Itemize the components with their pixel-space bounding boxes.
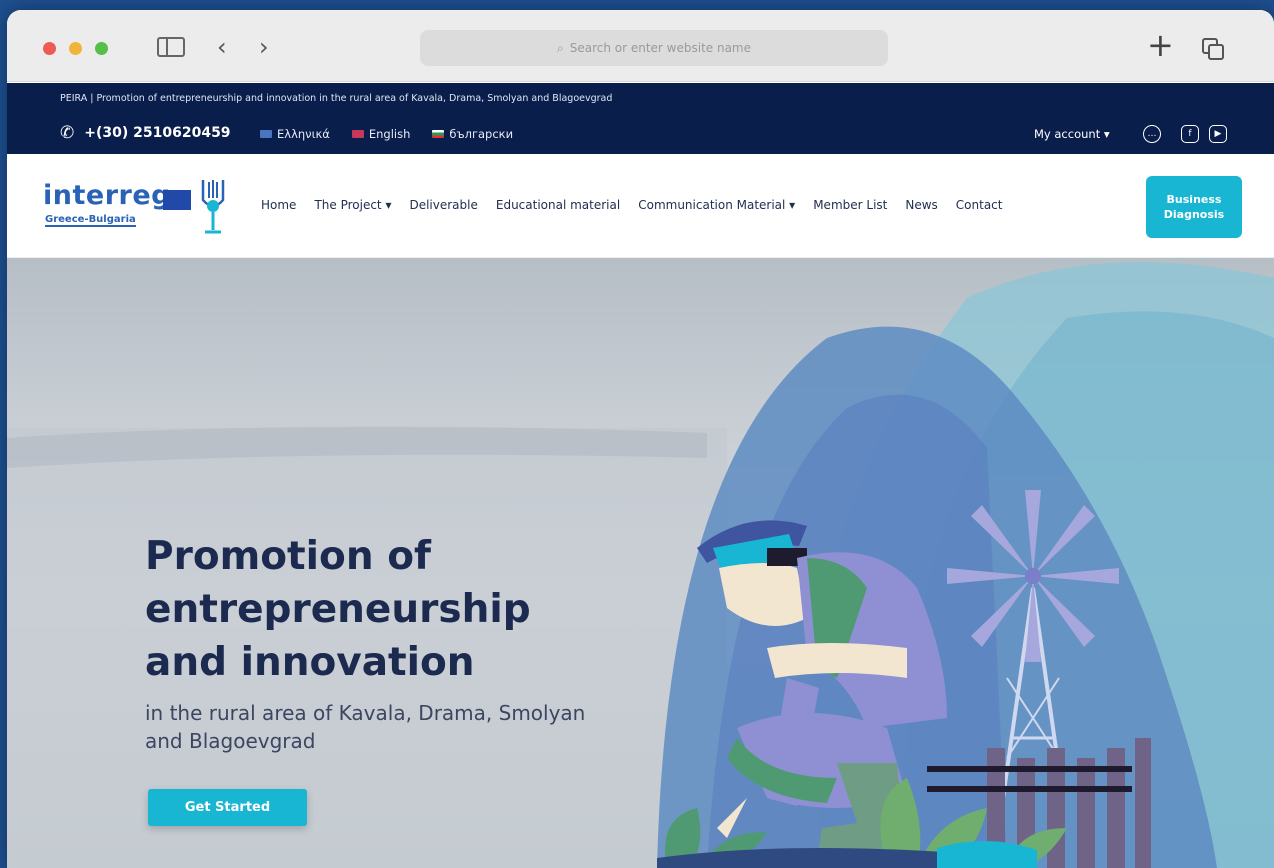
uk-flag-icon — [351, 130, 364, 138]
nav-menu: Home The Project ▾ Deliverable Education… — [252, 198, 1011, 212]
nav-the-project[interactable]: The Project ▾ — [305, 198, 400, 212]
nav-educational-material[interactable]: Educational material — [487, 198, 629, 212]
nav-news[interactable]: News — [896, 198, 946, 212]
chat-icon[interactable]: … — [1143, 125, 1161, 143]
maximize-window-button[interactable] — [95, 42, 108, 55]
close-window-button[interactable] — [43, 42, 56, 55]
address-placeholder: Search or enter website name — [569, 41, 752, 55]
peira-mark-icon — [201, 180, 225, 234]
search-icon: ⌕ — [556, 40, 564, 55]
greek-flag-icon — [260, 130, 272, 138]
browser-toolbar: ‹ › ⌕ Search or enter website name + — [7, 10, 1274, 82]
phone-link[interactable]: ✆ +(30) 2510620459 — [60, 123, 231, 143]
lang-bulgarian-label: български — [449, 127, 514, 141]
minimize-window-button[interactable] — [69, 42, 82, 55]
logo-subtitle: Greece-Bulgaria — [45, 214, 136, 227]
new-tab-plus-icon[interactable]: + — [1147, 29, 1174, 61]
my-account-menu[interactable]: My account ▾ — [1034, 127, 1110, 141]
nav-contact[interactable]: Contact — [947, 198, 1012, 212]
business-diagnosis-button[interactable]: Business Diagnosis — [1146, 176, 1242, 238]
sidebar-toggle-icon[interactable] — [157, 37, 185, 57]
browser-window: ‹ › ⌕ Search or enter website name + PEI… — [7, 10, 1274, 868]
phone-number: +(30) 2510620459 — [84, 125, 231, 141]
language-switcher: Ελληνικά English български — [260, 127, 513, 141]
top-info-bar: PEIRA | Promotion of entrepreneurship an… — [7, 83, 1274, 154]
nav-deliverable[interactable]: Deliverable — [400, 198, 486, 212]
address-bar[interactable]: ⌕ Search or enter website name — [420, 30, 888, 66]
lang-greek-label: Ελληνικά — [277, 127, 330, 141]
lang-english[interactable]: English — [351, 127, 411, 141]
main-navigation: interreg Greece-Bulgaria Home The Projec… — [7, 154, 1274, 258]
interreg-logo[interactable]: interreg Greece-Bulgaria — [43, 178, 228, 240]
back-arrow-icon[interactable]: ‹ — [217, 32, 227, 62]
bulgarian-flag-icon — [432, 130, 445, 138]
eu-flag-icon — [163, 190, 191, 210]
facebook-icon[interactable]: f — [1181, 125, 1199, 143]
hero-subtitle: in the rural area of Kavala, Drama, Smol… — [145, 701, 586, 753]
get-started-button[interactable]: Get Started — [148, 789, 307, 826]
lang-bulgarian[interactable]: български — [432, 127, 513, 141]
lang-english-label: English — [368, 127, 411, 141]
tab-overview-icon[interactable] — [1202, 38, 1224, 60]
hero-section: Promotion of entrepreneurship and innova… — [7, 258, 1274, 868]
logo-wordmark: interreg — [43, 180, 171, 211]
youtube-icon[interactable]: ▶ — [1209, 125, 1227, 143]
forward-arrow-icon[interactable]: › — [259, 32, 269, 62]
hero-title: Promotion of entrepreneurship and innova… — [145, 534, 531, 685]
lang-greek[interactable]: Ελληνικά — [260, 127, 330, 141]
site-title: PEIRA | Promotion of entrepreneurship an… — [60, 93, 613, 104]
nav-home[interactable]: Home — [252, 198, 305, 212]
nav-member-list[interactable]: Member List — [804, 198, 896, 212]
nav-communication-material[interactable]: Communication Material ▾ — [629, 198, 804, 212]
phone-icon: ✆ — [60, 123, 75, 143]
